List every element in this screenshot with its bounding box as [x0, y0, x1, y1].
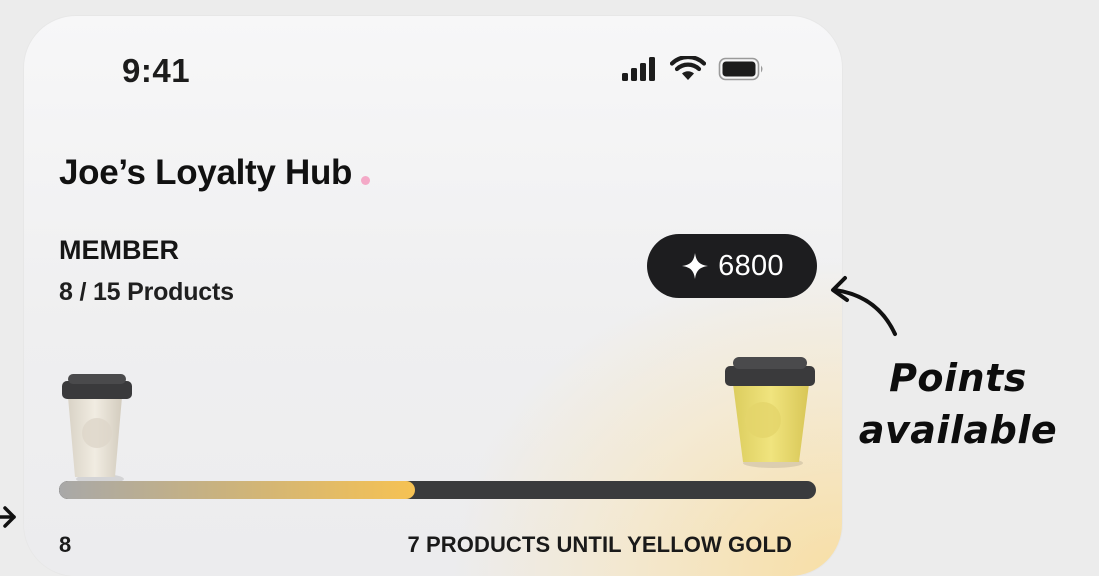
progress-current-count: 8: [59, 532, 72, 557]
products-count: 8 / 15 Products: [59, 278, 234, 306]
signal-icon: [622, 57, 655, 81]
goal-cup-icon: [725, 357, 815, 468]
status-time: 9:41: [122, 52, 191, 89]
progress-fill: [59, 481, 415, 499]
status-icons: [620, 56, 766, 82]
sparkle-icon: [682, 253, 709, 279]
start-cup-icon: [62, 374, 132, 484]
progress-until-text: 7 PRODUCTS UNTIL YELLOW GOLD: [407, 532, 792, 557]
points-button[interactable]: 6800: [647, 234, 817, 298]
points-value: 6800: [718, 249, 784, 282]
page-title: Joe’s Loyalty Hub: [59, 153, 371, 193]
points-annotation-line1: Points: [889, 356, 1027, 400]
membership-tier: MEMBER: [59, 235, 179, 265]
curved-arrow-icon: [831, 276, 897, 336]
wifi-icon: [670, 56, 706, 80]
progress-bar: [59, 481, 816, 499]
points-annotation-line2: available: [858, 408, 1058, 452]
arrow-right-icon: [0, 506, 16, 528]
battery-icon: [718, 57, 763, 81]
page-title-text: Joe’s Loyalty Hub: [59, 153, 353, 192]
points-annotation: Points available: [858, 352, 1058, 456]
title-dot: [361, 175, 371, 185]
phone-screen: 9:41 Joe’s Loyalty Hub MEMBER 8 / 15 Pro…: [24, 16, 842, 576]
